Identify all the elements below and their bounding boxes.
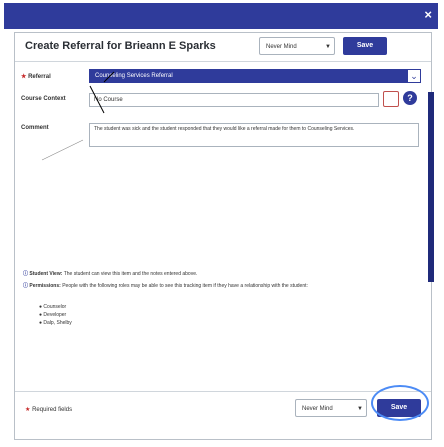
arrow-annotation	[41, 139, 84, 161]
arrow-annotation	[89, 85, 105, 114]
annotation-arrows	[41, 71, 115, 161]
arrow-annotation	[103, 71, 115, 83]
